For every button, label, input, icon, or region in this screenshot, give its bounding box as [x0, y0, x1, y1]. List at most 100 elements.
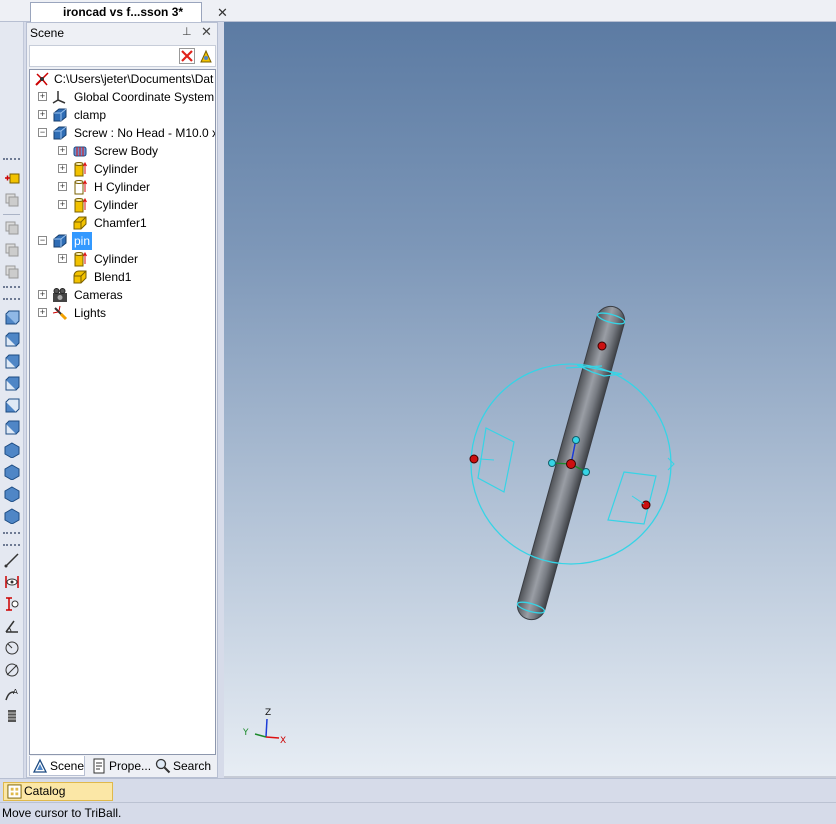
triball-handle-point[interactable]: [597, 341, 607, 351]
ungroup-icon[interactable]: [4, 242, 20, 258]
view-right-icon[interactable]: [4, 376, 20, 392]
tree-item-screw-body[interactable]: + Screw Body: [30, 142, 215, 160]
expand-icon[interactable]: +: [58, 254, 67, 263]
tree-item-blend[interactable]: Blend1: [30, 268, 215, 286]
view-top-icon[interactable]: [4, 398, 20, 414]
cylinder-icon: [74, 197, 87, 213]
tree-item-cylinder[interactable]: + Cylinder: [30, 250, 215, 268]
expand-icon[interactable]: +: [58, 164, 67, 173]
expand-icon[interactable]: +: [38, 308, 47, 317]
view-left-icon[interactable]: [4, 354, 20, 370]
tree-item-label: Screw : No Head - M10.0 x: [74, 126, 216, 140]
search-icon: [155, 758, 171, 774]
left-toolbar: A: [0, 22, 24, 778]
tree-item-cylinder[interactable]: + Cylinder: [30, 160, 215, 178]
filter-options-icon[interactable]: [198, 48, 214, 64]
eye-vertical-icon[interactable]: [4, 596, 20, 612]
pin-panel-icon[interactable]: ⊥: [182, 25, 194, 39]
tree-item-h-cylinder[interactable]: + H Cylinder: [30, 178, 215, 196]
tree-item-global-coordinate-system[interactable]: + Global Coordinate System: [30, 88, 215, 106]
3d-viewport[interactable]: Z X Y: [224, 22, 836, 776]
tree-item-label: Cylinder: [94, 198, 139, 212]
expand-icon[interactable]: +: [38, 92, 47, 101]
view-front-icon[interactable]: [4, 310, 20, 326]
toolbar-grip[interactable]: [3, 532, 20, 535]
tree-item-label: H Cylinder: [94, 180, 151, 194]
view-iso-icon[interactable]: [4, 442, 20, 458]
tree-item-cameras[interactable]: + Cameras: [30, 286, 215, 304]
clear-filter-icon[interactable]: [179, 48, 195, 64]
tree-item-cylinder[interactable]: + Cylinder: [30, 196, 215, 214]
scene-tree: C:\Users\jeter\Documents\Dat + Global Co…: [29, 69, 216, 755]
view-bottom-icon[interactable]: [4, 420, 20, 436]
tree-item-pin[interactable]: − pin: [30, 232, 215, 250]
cylinder-icon: [74, 251, 87, 267]
tab-label: Scene: [50, 759, 85, 773]
toolbar-grip[interactable]: [3, 158, 20, 161]
toolbar-grip[interactable]: [3, 544, 20, 547]
triball-handle-point[interactable]: [469, 454, 479, 464]
group-icon[interactable]: [4, 220, 20, 236]
add-part-icon[interactable]: [4, 170, 20, 186]
scene-root-icon: [35, 72, 49, 86]
tree-item-label: Cameras: [74, 288, 123, 302]
expand-icon[interactable]: +: [38, 110, 47, 119]
camera-icon: [53, 288, 67, 302]
eye-dimension-icon[interactable]: [4, 574, 20, 590]
text-annotation-icon[interactable]: A: [4, 686, 20, 702]
toolbar-separator: [3, 214, 20, 217]
view-back-icon[interactable]: [4, 332, 20, 348]
hole-cylinder-icon: [74, 179, 87, 195]
coordinate-system-icon: [52, 91, 66, 104]
tree-item-label: Chamfer1: [94, 216, 147, 230]
close-icon[interactable]: ✕: [217, 6, 229, 20]
triad-axis-y-label: Y: [242, 728, 249, 738]
tab-properties[interactable]: Prope...: [89, 756, 153, 776]
tab-scene[interactable]: Scene: [29, 756, 85, 776]
toolbar-grip[interactable]: [3, 298, 20, 301]
view-iso3-icon[interactable]: [4, 486, 20, 502]
measure-icon[interactable]: [4, 552, 20, 568]
stack-icon[interactable]: [4, 708, 20, 724]
diameter-icon[interactable]: [4, 662, 20, 678]
radius-icon[interactable]: [4, 640, 20, 656]
status-text: Move cursor to TriBall.: [2, 806, 122, 820]
document-tab[interactable]: ironcad vs f...sson 3* ✕: [30, 2, 228, 22]
properties-tab-icon: [93, 758, 105, 774]
copy-part-icon[interactable]: [4, 192, 20, 208]
tree-item-label-selected: pin: [72, 232, 93, 250]
toolbar-grip[interactable]: [3, 286, 20, 289]
part-icon: [53, 108, 67, 122]
status-bar: Move cursor to TriBall.: [0, 802, 836, 824]
collapse-icon[interactable]: −: [38, 128, 47, 137]
scene-tab-icon: [32, 758, 48, 773]
collapse-icon[interactable]: −: [38, 236, 47, 245]
expand-icon[interactable]: +: [58, 146, 67, 155]
tree-item-lights[interactable]: + Lights: [30, 304, 215, 322]
view-iso4-icon[interactable]: [4, 508, 20, 524]
triball-anchor[interactable]: [566, 459, 576, 469]
triball-handle-point[interactable]: [641, 500, 651, 510]
tree-item-clamp[interactable]: + clamp: [30, 106, 215, 124]
angle-icon[interactable]: [4, 618, 20, 634]
tree-item-label: Lights: [74, 306, 107, 320]
tree-item-label: Global Coordinate System: [74, 90, 215, 104]
tab-search[interactable]: Search: [153, 756, 215, 776]
assembly-icon[interactable]: [4, 264, 20, 280]
expand-icon[interactable]: +: [38, 290, 47, 299]
tree-item-chamfer[interactable]: Chamfer1: [30, 214, 215, 232]
tree-item-label: Cylinder: [94, 252, 139, 266]
expand-icon[interactable]: +: [58, 200, 67, 209]
scene-filter-row: [29, 45, 216, 67]
tree-item-screw[interactable]: − Screw : No Head - M10.0 x: [30, 124, 216, 142]
triad-axis-x-label: X: [280, 736, 286, 746]
catalog-browser-button[interactable]: Catalog Browser: [3, 782, 113, 815]
close-panel-icon[interactable]: ✕: [201, 25, 213, 39]
catalog-strip: Catalog Browser: [0, 778, 836, 815]
view-iso2-icon[interactable]: [4, 464, 20, 480]
document-tab-title: ironcad vs f...sson 3*: [63, 5, 184, 19]
part-icon: [53, 126, 67, 140]
expand-icon[interactable]: +: [58, 182, 67, 191]
tab-label: Prope...: [109, 759, 152, 773]
tree-item-root[interactable]: C:\Users\jeter\Documents\Dat: [30, 70, 215, 88]
